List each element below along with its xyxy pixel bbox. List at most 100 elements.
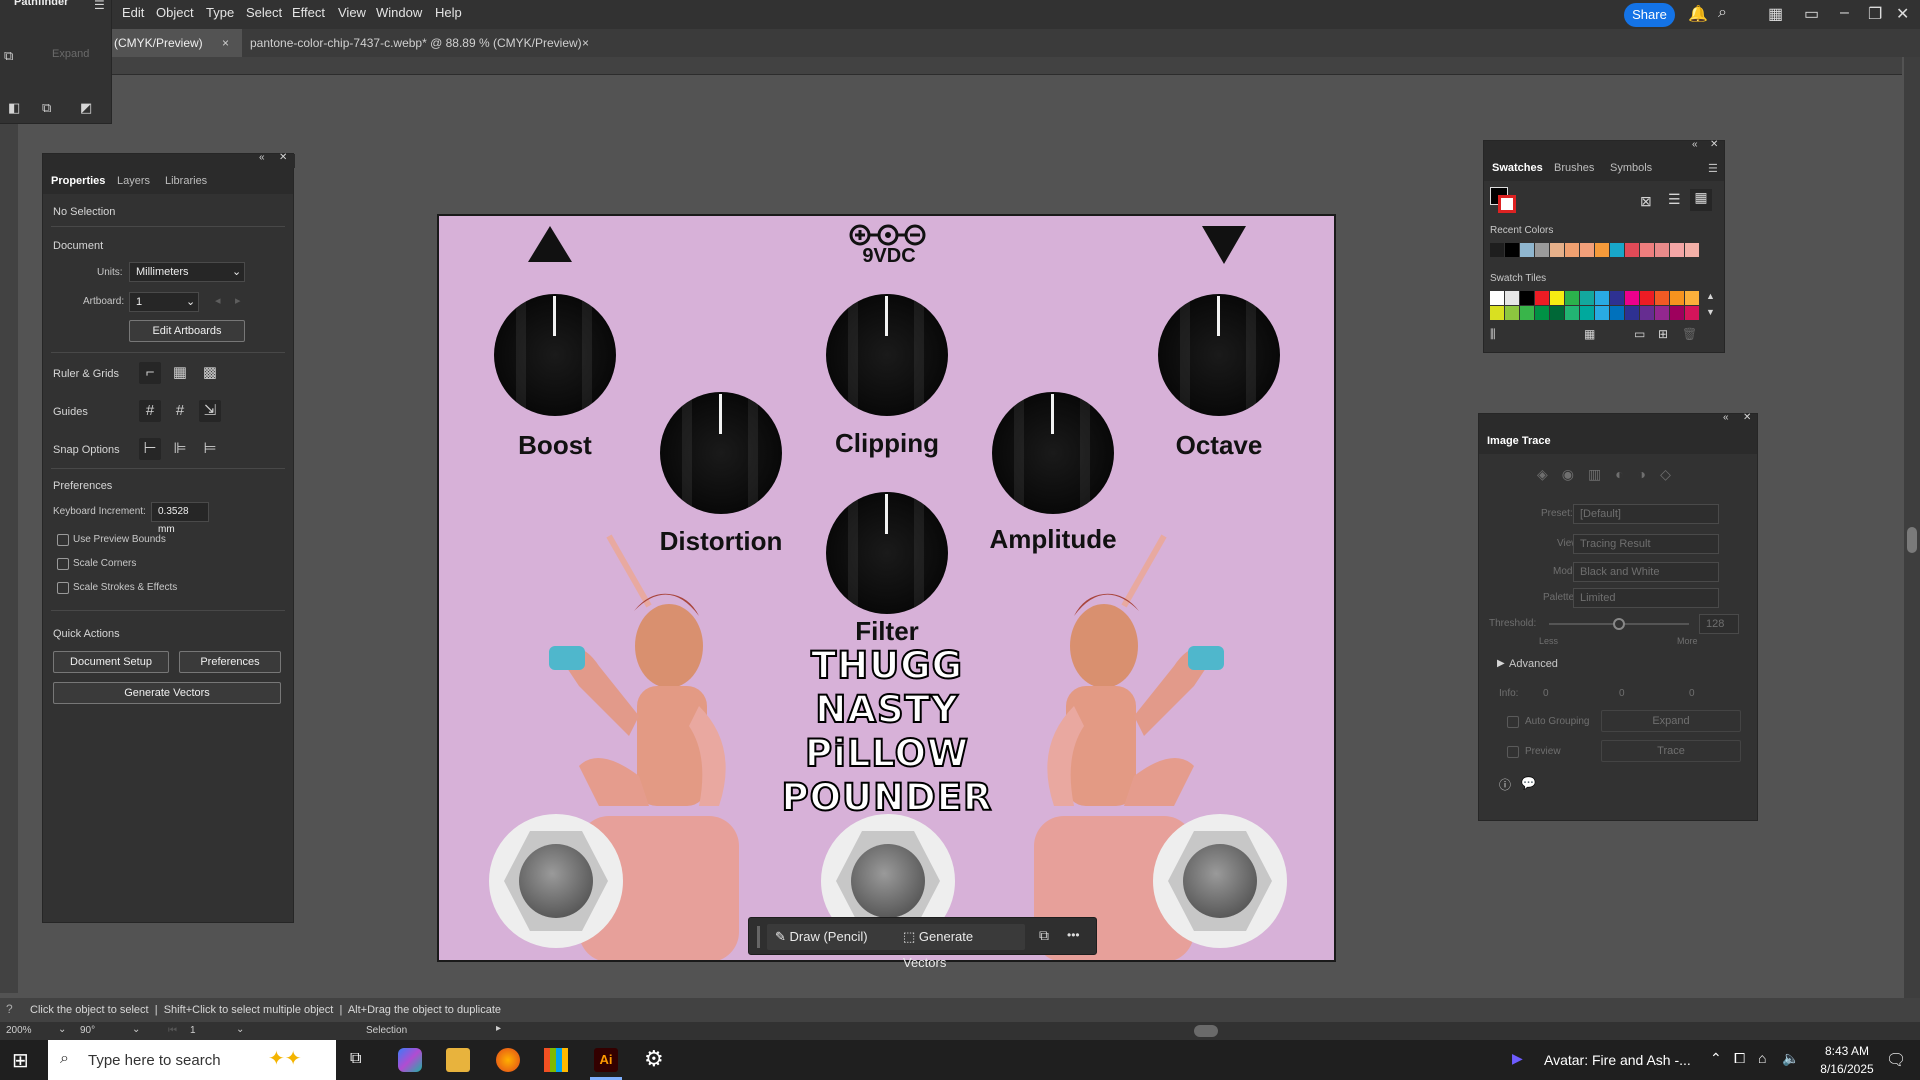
store-icon[interactable] (544, 1048, 568, 1072)
trace-button[interactable]: Trace (1601, 740, 1741, 762)
unite-icon[interactable]: ⧉ (4, 48, 13, 64)
amplitude-knob[interactable] (992, 392, 1114, 514)
tab-close-icon[interactable]: × (222, 29, 229, 57)
panel-menu-icon[interactable]: ☰ (94, 0, 105, 12)
close-icon[interactable]: ✕ (1743, 412, 1751, 423)
info-icon[interactable]: ⓘ (1499, 776, 1511, 793)
minimize-icon[interactable]: – (1840, 4, 1849, 22)
new-color-group-icon[interactable]: ▭ (1634, 327, 1645, 341)
tab-pantone-document[interactable]: pantone-color-chip-7437-c.webp* @ 88.89 … (242, 29, 602, 57)
color-swatch[interactable] (1565, 306, 1579, 320)
image-trace-title[interactable]: Image Trace (1487, 435, 1551, 447)
trim-icon[interactable]: ⧉ (42, 100, 51, 116)
tray-expand-icon[interactable]: ⌃ (1710, 1050, 1722, 1067)
image-settings-icon[interactable]: ⧉ (1039, 927, 1049, 944)
threshold-input[interactable]: 128 (1699, 614, 1739, 634)
tab-swatches[interactable]: Swatches (1492, 162, 1543, 174)
preset-select[interactable]: [Default] (1573, 504, 1719, 524)
color-swatch[interactable] (1595, 243, 1609, 257)
expand-button[interactable]: Expand (1601, 710, 1741, 732)
panel-grip[interactable]: « ✕ (1479, 412, 1757, 428)
settings-gear-icon[interactable]: ⚙ (644, 1046, 664, 1072)
filter-knob[interactable] (826, 492, 948, 614)
now-playing-label[interactable]: Avatar: Fire and Ash -... (1544, 1052, 1691, 1068)
color-swatch[interactable] (1535, 306, 1549, 320)
swatch-libraries-icon[interactable]: ⫼ (1490, 327, 1496, 342)
prev-artboard-icon[interactable]: ◂ (215, 294, 221, 307)
transparency-grid-icon[interactable]: ▩ (199, 362, 221, 384)
artboard-canvas[interactable]: 9VDC Boost Distortion Clipping Filter Am… (437, 214, 1336, 962)
tab-brushes[interactable]: Brushes (1554, 162, 1594, 174)
color-swatch[interactable] (1490, 306, 1504, 320)
distortion-knob[interactable] (660, 392, 782, 514)
color-swatch[interactable] (1520, 306, 1534, 320)
color-swatch[interactable] (1580, 306, 1594, 320)
color-swatch[interactable] (1640, 291, 1654, 305)
document-setup-button[interactable]: Document Setup (53, 651, 169, 673)
color-swatch[interactable] (1640, 243, 1654, 257)
menu-help[interactable]: Help (435, 5, 462, 20)
snap-to-glyph-icon[interactable]: ⊨ (199, 438, 221, 460)
edit-artboards-button[interactable]: Edit Artboards (129, 320, 245, 342)
stroke-color-swatch[interactable] (1498, 195, 1516, 213)
scrollbar-thumb[interactable] (1907, 527, 1917, 553)
palette-select[interactable]: Limited (1573, 588, 1719, 608)
rotate-view[interactable]: 90° (80, 1025, 95, 1036)
color-swatch[interactable] (1655, 306, 1669, 320)
panel-grip[interactable]: « ✕ (1484, 139, 1724, 155)
color-swatch[interactable] (1625, 291, 1639, 305)
preferences-button[interactable]: Preferences (179, 651, 281, 673)
scroll-up-icon[interactable]: ▲ (1706, 291, 1715, 301)
vertical-ruler[interactable] (0, 123, 18, 993)
draw-pencil-button[interactable]: ✎ Draw (Pencil) (767, 924, 903, 950)
feedback-icon[interactable]: 💬 (1521, 776, 1536, 790)
color-swatch[interactable] (1550, 291, 1564, 305)
smart-guides-icon[interactable]: ⇲ (199, 400, 221, 422)
artboard-navigator[interactable]: 1 (190, 1025, 196, 1036)
auto-grouping-checkbox[interactable] (1507, 716, 1519, 728)
chevron-down-icon[interactable]: ⌄ (236, 1024, 244, 1035)
show-kinds-icon[interactable]: ⊠ (1640, 193, 1652, 210)
panel-grip[interactable]: « ✕ (43, 152, 295, 168)
rulers-icon[interactable]: ⌐ (139, 362, 161, 384)
threshold-slider[interactable] (1549, 618, 1689, 630)
clipping-knob[interactable] (826, 294, 948, 416)
illustrator-icon[interactable]: Ai (594, 1048, 618, 1072)
menu-window[interactable]: Window (376, 5, 422, 20)
color-swatch[interactable] (1535, 243, 1549, 257)
color-swatch[interactable] (1610, 291, 1624, 305)
snap-to-point-icon[interactable]: ⊢ (139, 438, 161, 460)
list-view-icon[interactable]: ☰ (1668, 191, 1681, 208)
close-icon[interactable]: ✕ (279, 152, 287, 163)
close-window-icon[interactable]: ✕ (1896, 4, 1909, 24)
color-swatch[interactable] (1685, 243, 1699, 257)
help-icon[interactable]: ? (6, 1002, 13, 1016)
lock-guides-icon[interactable]: # (169, 400, 191, 422)
notifications-icon[interactable]: 🗨 (1886, 1050, 1906, 1070)
horizontal-ruler[interactable] (92, 57, 1902, 75)
color-swatch[interactable] (1490, 243, 1504, 257)
color-swatch[interactable] (1580, 243, 1594, 257)
swatch-options-icon[interactable]: ▦ (1584, 327, 1595, 341)
color-swatch[interactable] (1610, 306, 1624, 320)
tab-layers[interactable]: Layers (117, 175, 150, 187)
color-swatch[interactable] (1625, 306, 1639, 320)
menu-effect[interactable]: Effect (292, 5, 325, 20)
next-artboard-icon[interactable]: ▸ (235, 294, 241, 307)
artboard-select[interactable]: 1 ⌄ (129, 292, 199, 312)
merge-icon[interactable]: ◩ (80, 100, 92, 116)
color-swatch[interactable] (1610, 243, 1624, 257)
horizontal-scrollbar-thumb[interactable] (1194, 1025, 1218, 1037)
vertical-scrollbar[interactable] (1904, 57, 1920, 1017)
menu-type[interactable]: Type (206, 5, 234, 20)
search-icon[interactable]: ⌕ (1718, 4, 1727, 22)
color-swatch[interactable] (1520, 291, 1534, 305)
first-artboard-icon[interactable]: ⏮ (168, 1025, 177, 1036)
advanced-label[interactable]: Advanced (1509, 658, 1558, 670)
expand-button[interactable]: Expand (52, 48, 89, 60)
color-swatch[interactable] (1640, 306, 1654, 320)
arrange-icon[interactable]: ▭ (1804, 4, 1819, 24)
color-swatch[interactable] (1685, 306, 1699, 320)
color-swatch[interactable] (1565, 243, 1579, 257)
tab-libraries[interactable]: Libraries (165, 175, 207, 187)
